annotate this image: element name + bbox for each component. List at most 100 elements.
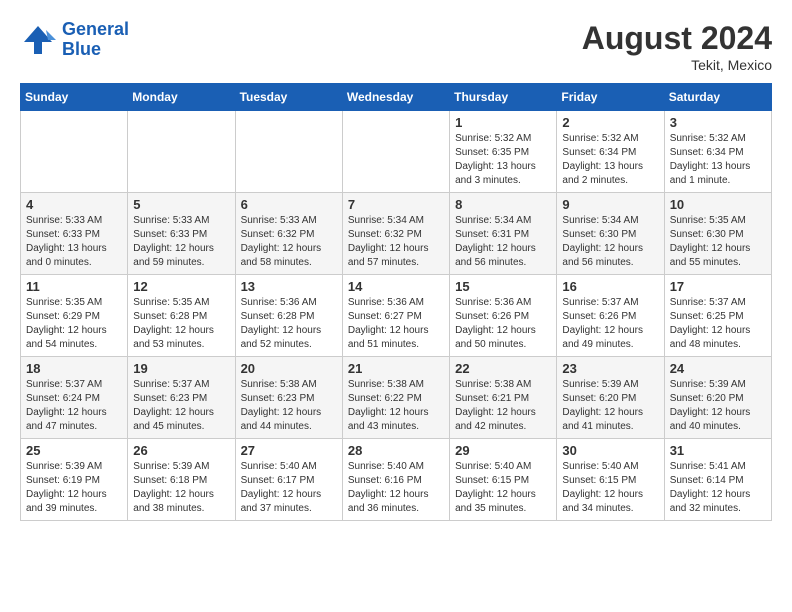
day-number: 27 (241, 443, 337, 458)
calendar-cell: 24Sunrise: 5:39 AM Sunset: 6:20 PM Dayli… (664, 357, 771, 439)
header-row: SundayMondayTuesdayWednesdayThursdayFrid… (21, 84, 772, 111)
day-info: Sunrise: 5:39 AM Sunset: 6:18 PM Dayligh… (133, 460, 229, 516)
day-info: Sunrise: 5:36 AM Sunset: 6:26 PM Dayligh… (455, 296, 551, 352)
day-info: Sunrise: 5:37 AM Sunset: 6:24 PM Dayligh… (26, 378, 122, 434)
calendar-cell: 31 Sunrise: 5:41 AM Sunset: 6:14 PM Dayli… (664, 439, 771, 521)
day-info: Sunrise: 5:34 AM Sunset: 6:30 PM Dayligh… (562, 214, 658, 270)
logo-icon (20, 22, 56, 58)
day-number: 6 (241, 197, 337, 212)
day-info: Sunrise: 5:40 AM Sunset: 6:15 PM Dayligh… (455, 460, 551, 516)
day-number: 21 (348, 361, 444, 376)
day-info: Sunrise: 5:34 AM Sunset: 6:32 PM Dayligh… (348, 214, 444, 270)
header-day-tuesday: Tuesday (235, 84, 342, 111)
calendar-cell: 2 Sunrise: 5:32 AM Sunset: 6:34 PM Daylig… (557, 111, 664, 193)
calendar-cell (21, 111, 128, 193)
day-number: 5 (133, 197, 229, 212)
day-number: 3 (670, 115, 766, 130)
day-info: Sunrise: 5:40 AM Sunset: 6:17 PM Dayligh… (241, 460, 337, 516)
logo: General Blue (20, 20, 129, 60)
day-info: Sunrise: 5:41 AM Sunset: 6:14 PM Dayligh… (670, 460, 766, 516)
day-info: Sunrise: 5:33 AM Sunset: 6:33 PM Dayligh… (26, 214, 122, 270)
day-number: 20 (241, 361, 337, 376)
day-info: Sunrise: 5:35 AM Sunset: 6:29 PM Dayligh… (26, 296, 122, 352)
day-number: 11 (26, 279, 122, 294)
calendar-cell: 5 Sunrise: 5:33 AM Sunset: 6:33 PM Daylig… (128, 193, 235, 275)
day-number: 13 (241, 279, 337, 294)
header-day-thursday: Thursday (450, 84, 557, 111)
calendar-cell: 20 Sunrise: 5:38 AM Sunset: 6:23 PM Dayli… (235, 357, 342, 439)
day-number: 31 (670, 443, 766, 458)
calendar-week-2: 4Sunrise: 5:33 AM Sunset: 6:33 PM Daylig… (21, 193, 772, 275)
calendar-table: SundayMondayTuesdayWednesdayThursdayFrid… (20, 83, 772, 521)
calendar-cell: 4Sunrise: 5:33 AM Sunset: 6:33 PM Daylig… (21, 193, 128, 275)
day-info: Sunrise: 5:36 AM Sunset: 6:27 PM Dayligh… (348, 296, 444, 352)
calendar-cell: 26Sunrise: 5:39 AM Sunset: 6:18 PM Dayli… (128, 439, 235, 521)
calendar-cell: 21 Sunrise: 5:38 AM Sunset: 6:22 PM Dayli… (342, 357, 449, 439)
calendar-cell: 12 Sunrise: 5:35 AM Sunset: 6:28 PM Dayli… (128, 275, 235, 357)
day-number: 23 (562, 361, 658, 376)
title-area: August 2024 Tekit, Mexico (582, 20, 772, 73)
day-number: 10 (670, 197, 766, 212)
day-info: Sunrise: 5:39 AM Sunset: 6:19 PM Dayligh… (26, 460, 122, 516)
calendar-cell: 30 Sunrise: 5:40 AM Sunset: 6:15 PM Dayli… (557, 439, 664, 521)
day-number: 16 (562, 279, 658, 294)
calendar-cell (235, 111, 342, 193)
logo-blue: Blue (62, 39, 101, 59)
calendar-cell: 10Sunrise: 5:35 AM Sunset: 6:30 PM Dayli… (664, 193, 771, 275)
day-info: Sunrise: 5:38 AM Sunset: 6:21 PM Dayligh… (455, 378, 551, 434)
header-day-friday: Friday (557, 84, 664, 111)
calendar-cell: 11 Sunrise: 5:35 AM Sunset: 6:29 PM Dayli… (21, 275, 128, 357)
calendar-cell: 27 Sunrise: 5:40 AM Sunset: 6:17 PM Dayli… (235, 439, 342, 521)
calendar-cell: 6Sunrise: 5:33 AM Sunset: 6:32 PM Daylig… (235, 193, 342, 275)
calendar-cell: 23 Sunrise: 5:39 AM Sunset: 6:20 PM Dayli… (557, 357, 664, 439)
day-info: Sunrise: 5:32 AM Sunset: 6:35 PM Dayligh… (455, 132, 551, 188)
calendar-cell: 22Sunrise: 5:38 AM Sunset: 6:21 PM Dayli… (450, 357, 557, 439)
header-day-sunday: Sunday (21, 84, 128, 111)
calendar-cell: 15Sunrise: 5:36 AM Sunset: 6:26 PM Dayli… (450, 275, 557, 357)
day-info: Sunrise: 5:37 AM Sunset: 6:25 PM Dayligh… (670, 296, 766, 352)
header-day-monday: Monday (128, 84, 235, 111)
calendar-cell: 19Sunrise: 5:37 AM Sunset: 6:23 PM Dayli… (128, 357, 235, 439)
header-day-wednesday: Wednesday (342, 84, 449, 111)
calendar-cell: 3Sunrise: 5:32 AM Sunset: 6:34 PM Daylig… (664, 111, 771, 193)
day-number: 2 (562, 115, 658, 130)
day-number: 30 (562, 443, 658, 458)
day-info: Sunrise: 5:38 AM Sunset: 6:22 PM Dayligh… (348, 378, 444, 434)
calendar-cell: 25 Sunrise: 5:39 AM Sunset: 6:19 PM Dayli… (21, 439, 128, 521)
day-number: 25 (26, 443, 122, 458)
day-info: Sunrise: 5:39 AM Sunset: 6:20 PM Dayligh… (562, 378, 658, 434)
day-number: 9 (562, 197, 658, 212)
day-number: 28 (348, 443, 444, 458)
day-info: Sunrise: 5:39 AM Sunset: 6:20 PM Dayligh… (670, 378, 766, 434)
calendar-cell: 28 Sunrise: 5:40 AM Sunset: 6:16 PM Dayli… (342, 439, 449, 521)
location: Tekit, Mexico (582, 57, 772, 73)
day-number: 12 (133, 279, 229, 294)
day-number: 29 (455, 443, 551, 458)
day-info: Sunrise: 5:40 AM Sunset: 6:15 PM Dayligh… (562, 460, 658, 516)
calendar-week-4: 18 Sunrise: 5:37 AM Sunset: 6:24 PM Dayli… (21, 357, 772, 439)
day-number: 18 (26, 361, 122, 376)
calendar-cell: 13 Sunrise: 5:36 AM Sunset: 6:28 PM Dayli… (235, 275, 342, 357)
calendar-cell: 9 Sunrise: 5:34 AM Sunset: 6:30 PM Daylig… (557, 193, 664, 275)
logo-general: General (62, 19, 129, 39)
day-info: Sunrise: 5:33 AM Sunset: 6:33 PM Dayligh… (133, 214, 229, 270)
day-number: 7 (348, 197, 444, 212)
day-number: 1 (455, 115, 551, 130)
day-info: Sunrise: 5:38 AM Sunset: 6:23 PM Dayligh… (241, 378, 337, 434)
calendar-cell (342, 111, 449, 193)
day-number: 14 (348, 279, 444, 294)
calendar-week-1: 1 Sunrise: 5:32 AM Sunset: 6:35 PM Daylig… (21, 111, 772, 193)
day-info: Sunrise: 5:40 AM Sunset: 6:16 PM Dayligh… (348, 460, 444, 516)
day-number: 17 (670, 279, 766, 294)
day-info: Sunrise: 5:36 AM Sunset: 6:28 PM Dayligh… (241, 296, 337, 352)
day-info: Sunrise: 5:35 AM Sunset: 6:28 PM Dayligh… (133, 296, 229, 352)
calendar-body: 1 Sunrise: 5:32 AM Sunset: 6:35 PM Daylig… (21, 111, 772, 521)
month-year: August 2024 (582, 20, 772, 57)
calendar-week-5: 25 Sunrise: 5:39 AM Sunset: 6:19 PM Dayli… (21, 439, 772, 521)
calendar-cell (128, 111, 235, 193)
calendar-cell: 29 Sunrise: 5:40 AM Sunset: 6:15 PM Dayli… (450, 439, 557, 521)
day-info: Sunrise: 5:32 AM Sunset: 6:34 PM Dayligh… (562, 132, 658, 188)
header-day-saturday: Saturday (664, 84, 771, 111)
calendar-cell: 8Sunrise: 5:34 AM Sunset: 6:31 PM Daylig… (450, 193, 557, 275)
day-info: Sunrise: 5:37 AM Sunset: 6:23 PM Dayligh… (133, 378, 229, 434)
